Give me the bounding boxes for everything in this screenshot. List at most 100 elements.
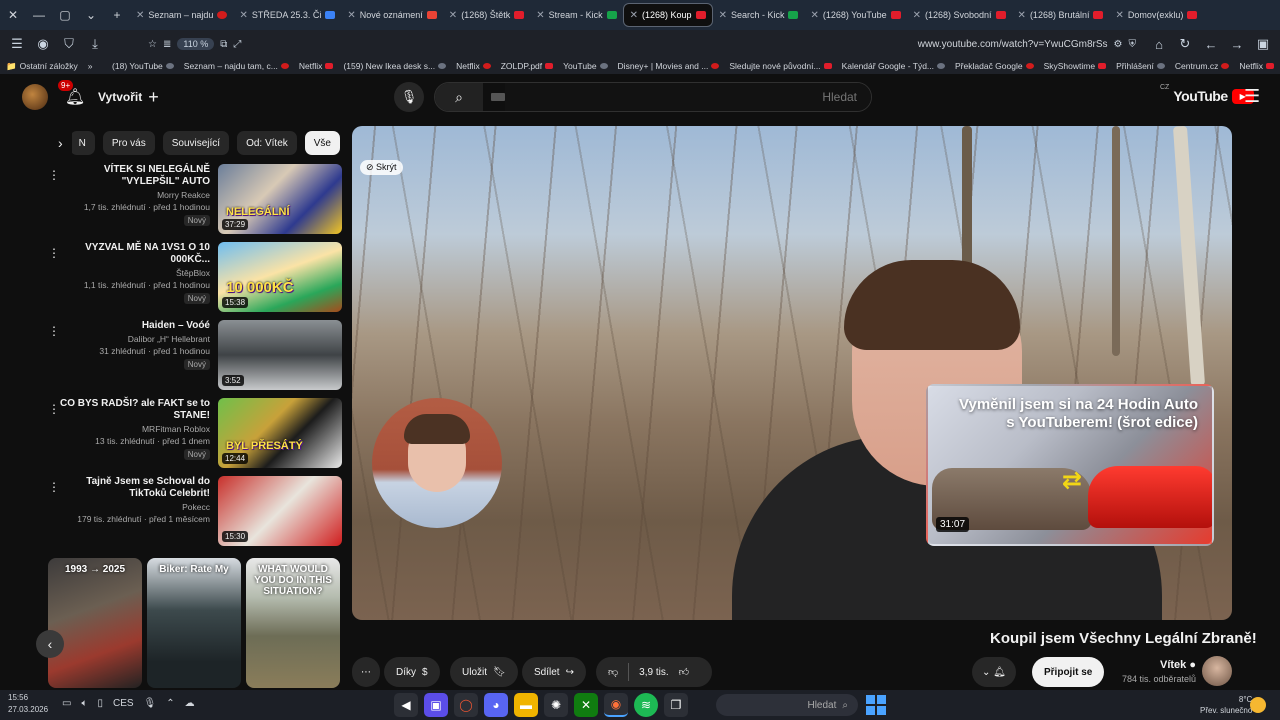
channel-name[interactable]: Dalibor „H“ Hellebrant [58, 334, 210, 344]
close-tab-icon[interactable]: ✕ [449, 10, 457, 21]
browser-tab[interactable]: ✕ STŘEDA 25.3. Či [233, 3, 341, 27]
weather-widget[interactable]: 8°C Přev. slunečno [1200, 694, 1252, 716]
video-player[interactable]: ⊘ Skrýt Vyměnil jsem si na 24 Hodin Auto… [352, 126, 1232, 620]
endcard-video[interactable]: Vyměnil jsem si na 24 Hodin Auto s YouTu… [926, 384, 1214, 546]
youtube-logo[interactable]: CZ YouTube ▶ [1160, 84, 1254, 104]
video-title[interactable]: VÍTEK SI NELEGÁLNĚ "VYLEPŠIL" AUTO [58, 164, 210, 188]
fullscreen-icon[interactable]: ⤢ [233, 39, 241, 50]
browser-tab[interactable]: ✕ (1268) Koup [622, 3, 713, 27]
close-tab-icon[interactable]: ✕ [136, 10, 144, 21]
bookmark-item[interactable]: (18) YouTube [112, 61, 174, 71]
permissions-icon[interactable]: ⚙ [1114, 39, 1123, 50]
video-thumbnail[interactable]: NELEGÁLNÍ 37:29 [218, 164, 342, 234]
bookmark-item[interactable]: Překladač Google [955, 61, 1034, 71]
screenshot-icon[interactable]: ⧉ [220, 39, 227, 50]
browser-tab[interactable]: ✕ Search - Kick [713, 3, 805, 27]
like-count[interactable]: 3,9 tis. [639, 667, 668, 678]
video-thumbnail[interactable]: 10 000KČ 15:38 [218, 242, 342, 312]
video-thumbnail[interactable]: 3:52 [218, 320, 342, 390]
thanks-button[interactable]: Díky $ [384, 657, 440, 687]
short-video[interactable]: 1993 → 2025 [48, 558, 142, 688]
back-icon[interactable]: → [1226, 33, 1248, 55]
start-button[interactable] [866, 695, 886, 715]
home-icon[interactable]: ⌂ [1148, 33, 1170, 55]
microphone-icon[interactable]: 🎙︎ [144, 698, 157, 709]
browser-tab[interactable]: ✕ Stream - Kick [530, 3, 622, 27]
recommended-video[interactable]: ⋮ Tajně Jsem se Schoval do TikToků Celebr… [40, 476, 342, 554]
short-video[interactable]: Biker: Rate My [147, 558, 241, 688]
task-view-icon[interactable]: ❐ [664, 693, 688, 717]
keyboard-icon[interactable] [491, 93, 505, 101]
recommended-video[interactable]: ⋮ CO BYS RADŠI? ale FAKT se to STANE! MRFi… [40, 398, 342, 476]
other-bookmarks[interactable]: 📁 Ostatní záložky [6, 61, 78, 72]
bookmark-item[interactable]: YouTube [563, 61, 608, 71]
recommended-video[interactable]: ⋮ VYZVAL MĚ NA 1VS1 O 10 000KČ... ŠtěpBlox… [40, 242, 342, 320]
extensions-icon[interactable]: ⛉ [58, 33, 80, 55]
subscribe-bell-button[interactable]: ⌄ 🔔︎ [972, 657, 1016, 687]
bookmark-item[interactable]: Netflix [299, 61, 334, 71]
close-tab-icon[interactable]: ✕ [810, 10, 818, 21]
opera-icon[interactable]: ◯ [454, 693, 478, 717]
browser-tab[interactable]: ✕ (1268) YouTube [804, 3, 906, 27]
maximize-icon[interactable]: ▢ [52, 0, 78, 30]
media-player-icon[interactable]: ◀ [394, 693, 418, 717]
more-actions-icon[interactable]: ⋯ [352, 657, 380, 687]
bookmark-item[interactable]: (159) New Ikea desk s... [343, 61, 447, 71]
bookmark-item[interactable]: Kalendář Google - Týd... [842, 61, 946, 71]
hide-overlay-button[interactable]: ⊘ Skrýt [360, 160, 403, 175]
recommended-video[interactable]: ⋮ VÍTEK SI NELEGÁLNĚ "VYLEPŠIL" AUTO Morry… [40, 164, 342, 242]
shield-icon[interactable]: ⛨ [1129, 39, 1137, 50]
url-field[interactable]: ☆ ≣ 110 % ⧉ ⤢ www.youtube.com/watch?v=Yw… [140, 33, 1144, 55]
bookmark-item[interactable]: Netflix [1239, 61, 1274, 71]
close-tab-icon[interactable]: ✕ [630, 10, 638, 21]
search-input[interactable] [505, 83, 871, 111]
browser-tab[interactable]: ✕ (1268) Brutální [1012, 3, 1110, 27]
tray-expand-icon[interactable]: ⌃ [166, 698, 174, 709]
app-icon[interactable]: ▣ [424, 693, 448, 717]
close-tab-icon[interactable]: ✕ [239, 10, 247, 21]
bookmark-item[interactable]: Sledujte nové původní... [729, 61, 832, 71]
short-video[interactable]: WHAT WOULD YOU DO IN THIS SITUATION? [246, 558, 340, 688]
close-tab-icon[interactable]: ✕ [1115, 10, 1123, 21]
channel-name[interactable]: Pokecc [58, 502, 210, 512]
account-icon[interactable]: ◉ [32, 33, 54, 55]
filter-chip[interactable]: N [72, 131, 95, 155]
bookmark-item[interactable]: SkyShowtime [1044, 61, 1107, 71]
close-tab-icon[interactable]: ✕ [913, 10, 921, 21]
reader-icon[interactable]: ≣ [163, 39, 171, 50]
browser-tab[interactable]: ✕ (1268) Štětk [443, 3, 530, 27]
channel-name[interactable]: ŠtěpBlox [58, 268, 210, 278]
video-thumbnail[interactable]: 15:30 [218, 476, 342, 546]
hamburger-menu-icon[interactable]: ☰ [1244, 86, 1260, 107]
browser-tab[interactable]: ✕ (1268) Svobodní [907, 3, 1012, 27]
like-icon[interactable]: 👍︎ [679, 666, 689, 678]
filter-chip[interactable]: Pro vás [102, 131, 155, 155]
download-icon[interactable]: ⤓ [84, 33, 106, 55]
browser-tab[interactable]: ✕ Nové oznámení [341, 3, 442, 27]
notification-icon[interactable]: ▭ [62, 698, 71, 709]
bookmark-item[interactable]: Disney+ | Movies and ... [618, 61, 720, 71]
xbox-icon[interactable]: ✕ [574, 693, 598, 717]
filter-chip[interactable]: Od: Vítek [237, 131, 297, 155]
bookmark-item[interactable]: Centrum.cz [1175, 61, 1230, 71]
spotify-icon[interactable]: ≋ [634, 693, 658, 717]
video-title[interactable]: Tajně Jsem se Schoval do TikToků Celebri… [58, 476, 210, 500]
video-title[interactable]: Haiden – Voóé [58, 320, 210, 332]
bookmarks-overflow-icon[interactable]: » [88, 61, 93, 71]
cloud-icon[interactable]: ☁ [185, 698, 195, 709]
recommended-video[interactable]: ⋮ Haiden – Voóé Dalibor „H“ Hellebrant 31 z… [40, 320, 342, 398]
browser-tab[interactable]: ✕ Seznam – najdu [130, 3, 233, 27]
video-title[interactable]: CO BYS RADŠI? ale FAKT se to STANE! [58, 398, 210, 422]
channel-avatar[interactable] [1202, 656, 1232, 686]
volume-icon[interactable]: 🔈︎ [81, 698, 87, 709]
bookmark-item[interactable]: Seznam – najdu tam, c... [184, 61, 289, 71]
bookmark-item[interactable]: ZOLDP.pdf [501, 61, 554, 71]
firefox-icon[interactable]: ◉ [604, 693, 628, 717]
close-tab-icon[interactable]: ✕ [1018, 10, 1026, 21]
discord-icon[interactable]: ◕ [484, 693, 508, 717]
language-indicator[interactable]: CES [113, 698, 134, 709]
minimize-icon[interactable]: — [26, 0, 52, 30]
sidebar-icon[interactable]: ▣ [1252, 33, 1274, 55]
video-thumbnail[interactable]: BYL PŘESÁTÝ 12:44 [218, 398, 342, 468]
dislike-icon[interactable]: 👎︎ [608, 666, 618, 678]
